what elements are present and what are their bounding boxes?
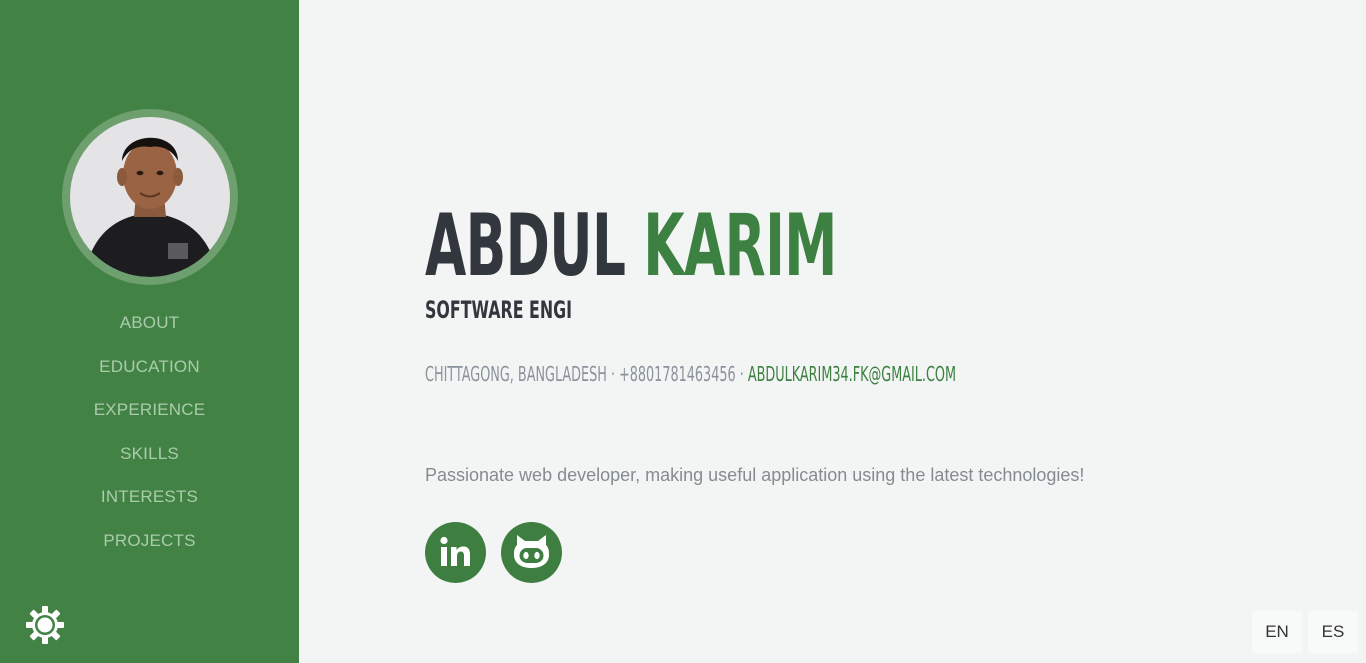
github-button[interactable] xyxy=(501,522,562,583)
language-en-button[interactable]: EN xyxy=(1252,611,1302,653)
page-title: ABDUL KARIM xyxy=(425,196,837,296)
sidebar: ABOUT EDUCATION EXPERIENCE SKILLS INTERE… xyxy=(0,0,299,663)
language-es-button[interactable]: ES xyxy=(1308,611,1358,653)
nav-item-experience: EXPERIENCE xyxy=(0,392,299,436)
linkedin-icon xyxy=(440,536,470,566)
gear-icon[interactable] xyxy=(24,604,66,646)
nav-item-projects: PROJECTS xyxy=(0,523,299,567)
nav-link-experience[interactable]: EXPERIENCE xyxy=(94,400,206,419)
contact-separator: · xyxy=(739,362,744,386)
nav-link-education[interactable]: EDUCATION xyxy=(99,357,200,376)
linkedin-button[interactable] xyxy=(425,522,486,583)
avatar xyxy=(70,117,230,277)
nav-link-interests[interactable]: INTERESTS xyxy=(101,487,198,506)
nav-item-about: ABOUT xyxy=(0,305,299,349)
nav-item-education: EDUCATION xyxy=(0,349,299,393)
sidebar-nav: ABOUT EDUCATION EXPERIENCE SKILLS INTERE… xyxy=(0,305,299,567)
first-name: ABDUL xyxy=(425,196,626,296)
job-title: SOFTWARE ENGI xyxy=(425,296,573,324)
contact-line: CHITTAGONG, BANGLADESH · +8801781463456 … xyxy=(425,360,956,388)
last-name: KARIM xyxy=(643,196,837,296)
email-link[interactable]: ABDULKARIM34.FK@GMAIL.COM xyxy=(748,362,956,386)
github-icon xyxy=(514,535,549,568)
location-text: CHITTAGONG, BANGLADESH xyxy=(425,362,607,386)
tagline: Passionate web developer, making useful … xyxy=(425,465,1085,485)
nav-item-skills: SKILLS xyxy=(0,436,299,480)
nav-link-about[interactable]: ABOUT xyxy=(120,313,180,332)
nav-link-skills[interactable]: SKILLS xyxy=(120,444,179,463)
nav-item-interests: INTERESTS xyxy=(0,479,299,523)
phone-text: +8801781463456 xyxy=(619,362,736,386)
contact-separator: · xyxy=(610,362,615,386)
nav-link-projects[interactable]: PROJECTS xyxy=(103,531,195,550)
